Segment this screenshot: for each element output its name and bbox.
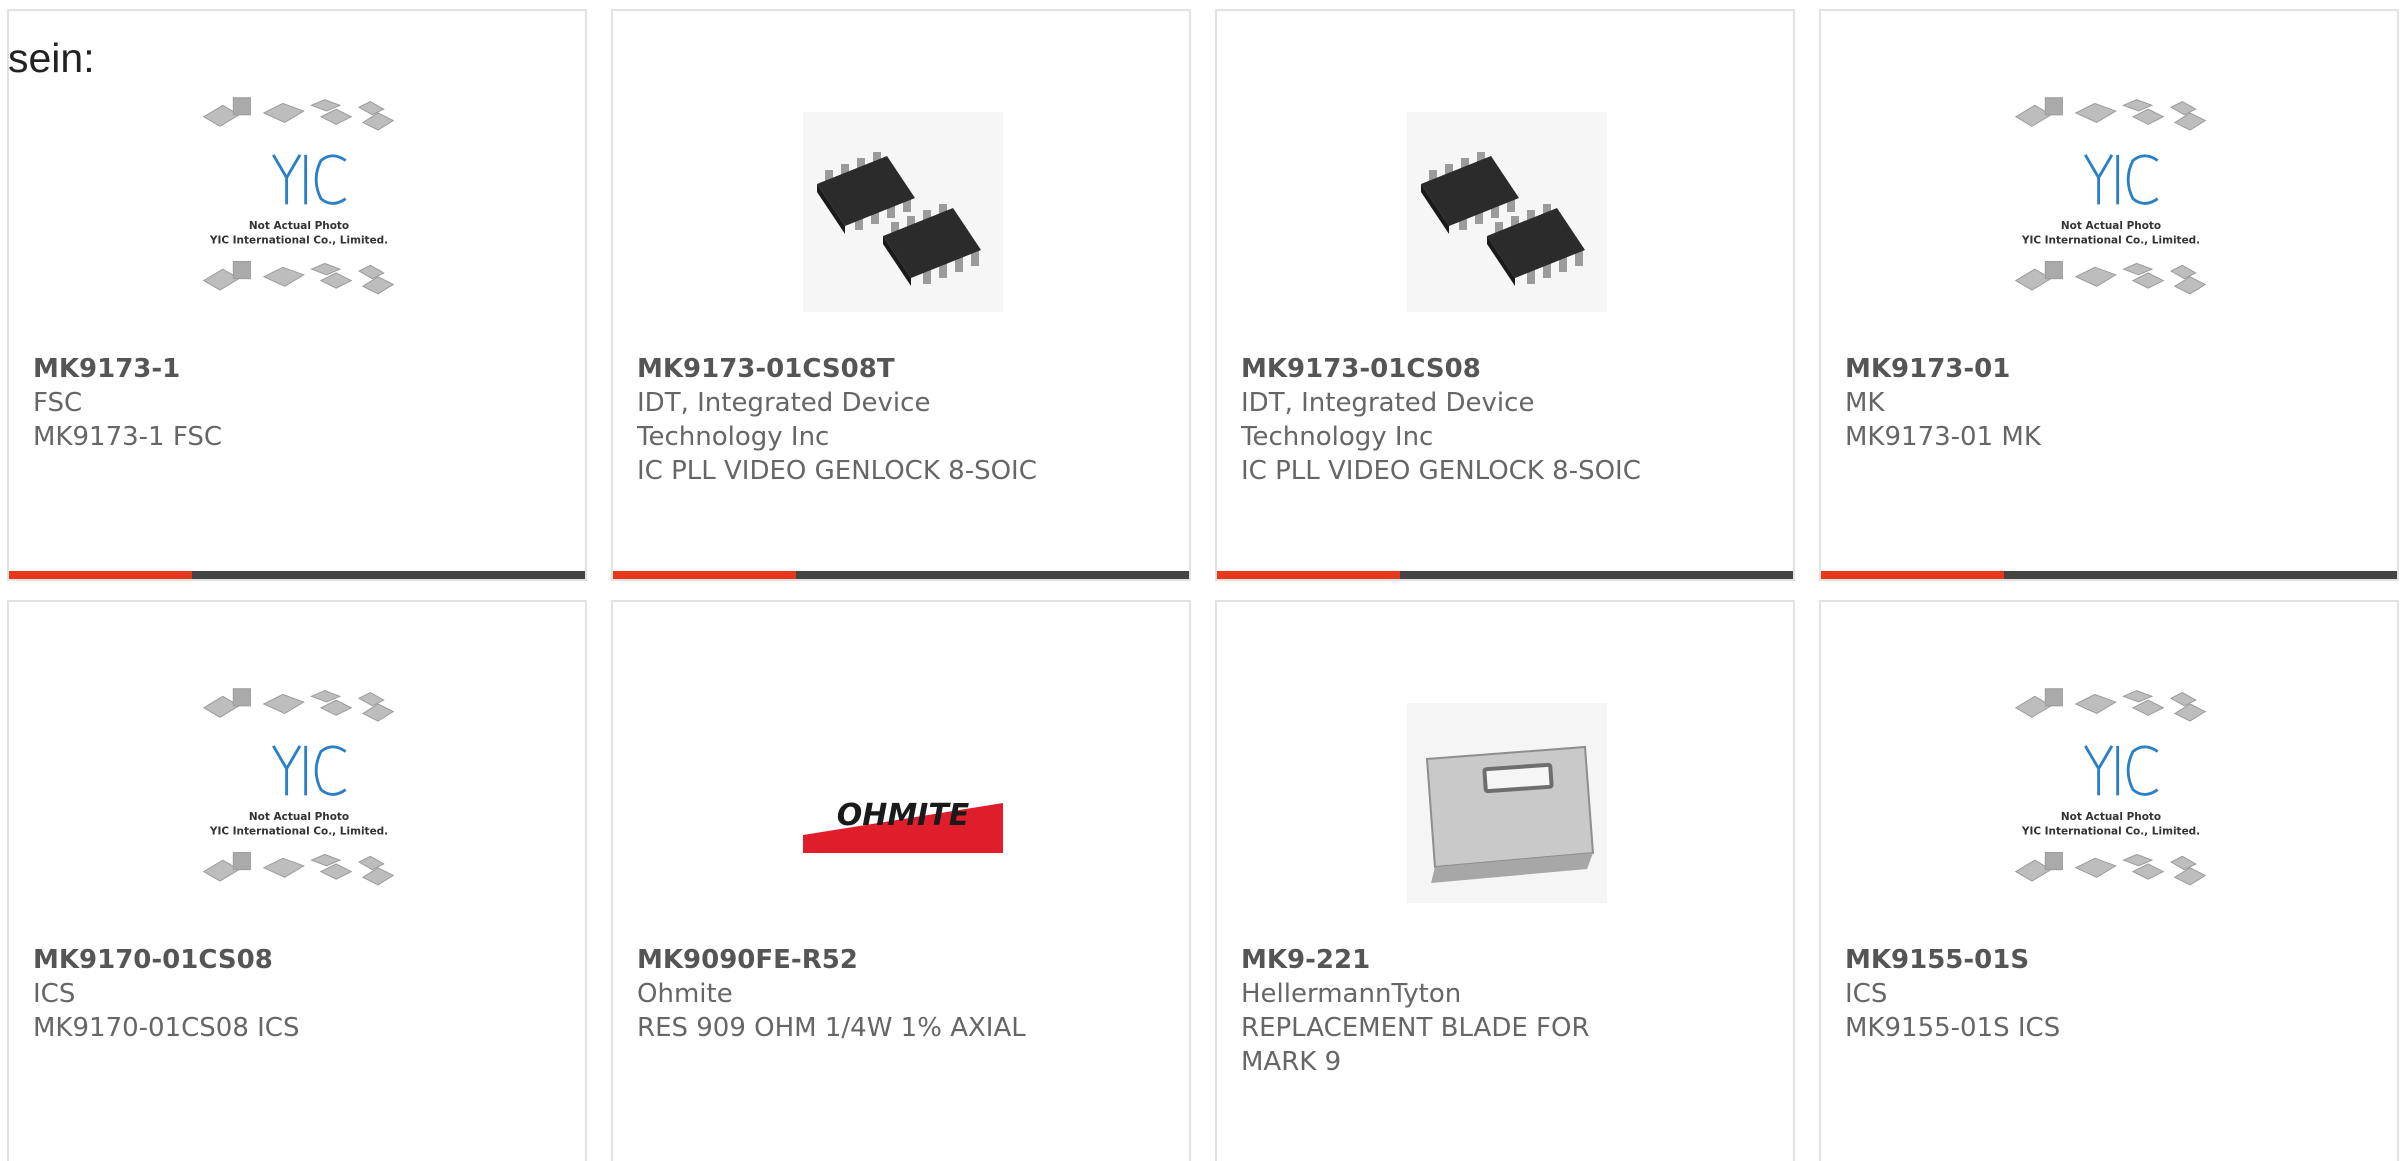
product-description: REPLACEMENT BLADE FOR MARK 9 (1241, 1013, 1590, 1077)
product-info: MK9170-01CS08 ICS MK9170-01CS08 ICS (33, 943, 553, 1045)
product-description: RES 909 OHM 1/4W 1% AXIAL (637, 1013, 1026, 1043)
product-card[interactable]: Not Actual Photo YIC International Co., … (7, 9, 587, 581)
product-grid-page: sein: Not Actual Photo YIC International… (0, 0, 2400, 1161)
svg-text:Not Actual Photo: Not Actual Photo (2061, 811, 2161, 823)
product-description: MK9173-1 FSC (33, 422, 222, 452)
product-image-placeholder[interactable]: Not Actual Photo YIC International Co., … (199, 77, 399, 347)
part-number-link[interactable]: MK9173-1 (33, 352, 553, 386)
product-info: MK9173-01CS08T IDT, Integrated Device Te… (637, 352, 1157, 488)
product-card[interactable]: Not Actual Photo YIC International Co., … (1819, 600, 2399, 1161)
part-number-link[interactable]: MK9090FE-R52 (637, 943, 1157, 977)
part-number-link[interactable]: MK9170-01CS08 (33, 943, 553, 977)
manufacturer: IDT, Integrated Device Technology Inc (637, 388, 931, 452)
card-progress-bar (613, 571, 1189, 579)
svg-text:Not Actual Photo: Not Actual Photo (249, 220, 349, 232)
yic-logo (2084, 154, 2159, 205)
product-info: MK9173-01 MK MK9173-01 MK (1845, 352, 2365, 454)
manufacturer: ICS (1845, 979, 1888, 1009)
manufacturer: FSC (33, 388, 83, 418)
svg-text:YIC International Co., Limited: YIC International Co., Limited. (209, 234, 388, 246)
yic-logo (272, 154, 347, 205)
card-accent-segment (613, 571, 796, 579)
svg-text:Not Actual Photo: Not Actual Photo (249, 811, 349, 823)
manufacturer: MK (1845, 388, 1885, 418)
product-card[interactable]: MK9173-01CS08T IDT, Integrated Device Te… (611, 9, 1191, 581)
yic-logo (272, 745, 347, 796)
card-progress-bar (1821, 571, 2397, 579)
card-accent-segment (1217, 571, 1400, 579)
product-image-placeholder[interactable]: Not Actual Photo YIC International Co., … (2011, 668, 2211, 938)
part-number-link[interactable]: MK9-221 (1241, 943, 1761, 977)
product-image-placeholder[interactable]: Not Actual Photo YIC International Co., … (199, 668, 399, 938)
product-description: MK9155-01S ICS (1845, 1013, 2061, 1043)
product-image-placeholder[interactable]: Not Actual Photo YIC International Co., … (2011, 77, 2211, 347)
product-card[interactable]: Not Actual Photo YIC International Co., … (1819, 9, 2399, 581)
product-description: MK9173-01 MK (1845, 422, 2041, 452)
product-card[interactable]: MK9173-01CS08 IDT, Integrated Device Tec… (1215, 9, 1795, 581)
part-number-link[interactable]: MK9173-01CS08 (1241, 352, 1761, 386)
manufacturer: Ohmite (637, 979, 733, 1009)
part-number-link[interactable]: MK9173-01CS08T (637, 352, 1157, 386)
clipped-text-fragment: sein: (8, 35, 95, 81)
manufacturer: IDT, Integrated Device Technology Inc (1241, 388, 1535, 452)
part-number-link[interactable]: MK9173-01 (1845, 352, 2365, 386)
product-image-soic[interactable] (803, 77, 1003, 347)
card-accent-segment (9, 571, 192, 579)
product-description: IC PLL VIDEO GENLOCK 8-SOIC (1241, 456, 1641, 486)
product-image-soic[interactable] (1407, 77, 1607, 347)
svg-text:YIC International Co., Limited: YIC International Co., Limited. (2021, 234, 2200, 246)
manufacturer: ICS (33, 979, 76, 1009)
product-info: MK9155-01S ICS MK9155-01S ICS (1845, 943, 2365, 1045)
product-info: MK9-221 HellermannTyton REPLACEMENT BLAD… (1241, 943, 1761, 1079)
product-card[interactable]: MK9-221 HellermannTyton REPLACEMENT BLAD… (1215, 600, 1795, 1161)
card-progress-bar (9, 571, 585, 579)
product-description: MK9170-01CS08 ICS (33, 1013, 300, 1043)
svg-text:YIC International Co., Limited: YIC International Co., Limited. (209, 825, 388, 837)
product-card[interactable]: Not Actual Photo YIC International Co., … (7, 600, 587, 1161)
product-info: MK9173-1 FSC MK9173-1 FSC (33, 352, 553, 454)
product-info: MK9090FE-R52 Ohmite RES 909 OHM 1/4W 1% … (637, 943, 1157, 1045)
product-info: MK9173-01CS08 IDT, Integrated Device Tec… (1241, 352, 1761, 488)
manufacturer: HellermannTyton (1241, 979, 1462, 1009)
product-image-blade[interactable] (1407, 668, 1607, 938)
svg-text:YIC International Co., Limited: YIC International Co., Limited. (2021, 825, 2200, 837)
card-accent-segment (1821, 571, 2004, 579)
product-description: IC PLL VIDEO GENLOCK 8-SOIC (637, 456, 1037, 486)
svg-text:Not Actual Photo: Not Actual Photo (2061, 220, 2161, 232)
product-image-ohmite-logo[interactable]: OHMITE (803, 668, 1003, 938)
card-progress-bar (1217, 571, 1793, 579)
svg-text:OHMITE: OHMITE (837, 798, 970, 833)
yic-logo (2084, 745, 2159, 796)
part-number-link[interactable]: MK9155-01S (1845, 943, 2365, 977)
product-card[interactable]: OHMITE MK9090FE-R52 Ohmite RES 909 OHM 1… (611, 600, 1191, 1161)
